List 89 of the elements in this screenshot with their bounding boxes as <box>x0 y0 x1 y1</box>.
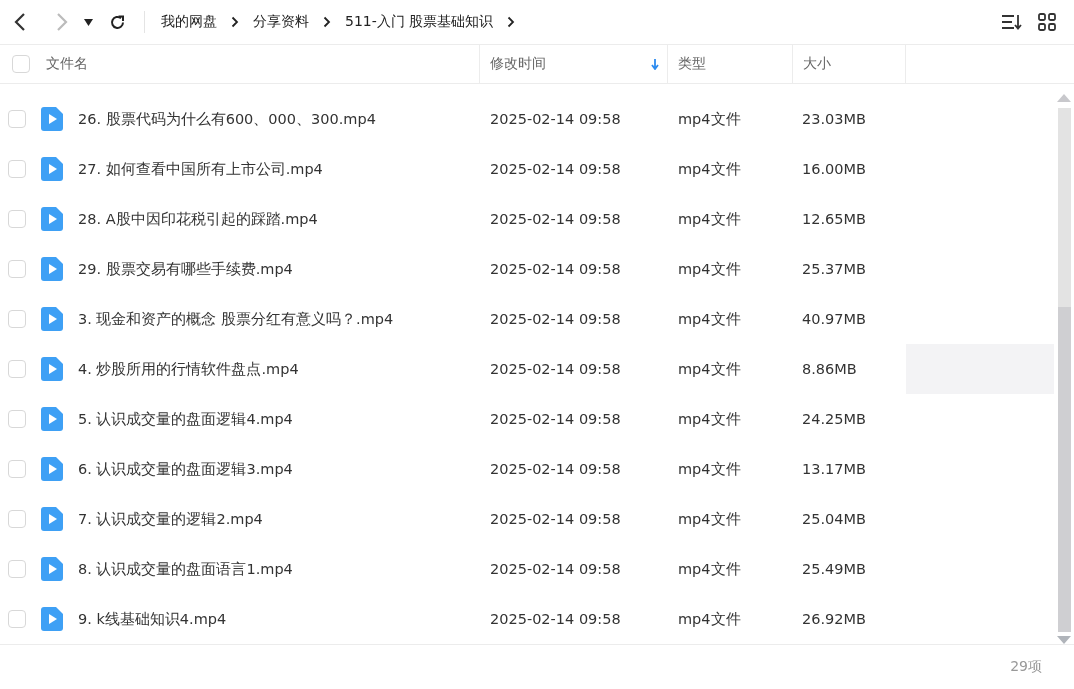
video-file-icon <box>41 257 63 281</box>
file-name[interactable]: 3. 现金和资产的概念 股票分红有意义吗？.mp4 <box>78 309 394 329</box>
file-name[interactable]: 26. 股票代码为什么有600、000、300.mp4 <box>78 109 376 129</box>
modified-date: 2025-02-14 09:58 <box>490 311 621 327</box>
breadcrumb-link[interactable]: 511-入门 股票基础知识 <box>341 13 498 31</box>
file-name[interactable]: 8. 认识成交量的盘面语言1.mp4 <box>78 559 293 579</box>
column-header[interactable]: 大小 <box>793 45 906 83</box>
row-checkbox[interactable] <box>8 110 26 128</box>
breadcrumb-link[interactable]: 我的网盘 <box>157 13 221 31</box>
row-checkbox[interactable] <box>8 210 26 228</box>
file-size: 40.97MB <box>802 311 866 327</box>
row-checkbox[interactable] <box>8 310 26 328</box>
file-type: mp4文件 <box>678 559 741 579</box>
file-size: 16.00MB <box>802 161 866 177</box>
file-type: mp4文件 <box>678 509 741 529</box>
file-type: mp4文件 <box>678 159 741 179</box>
file-size: 23.03MB <box>802 111 866 127</box>
file-name[interactable]: 4. 炒股所用的行情软件盘点.mp4 <box>78 359 299 379</box>
video-file-icon <box>41 557 63 581</box>
row-checkbox[interactable] <box>8 260 26 278</box>
video-file-icon <box>41 507 63 531</box>
file-type: mp4文件 <box>678 109 741 129</box>
column-header[interactable]: 文件名 <box>0 45 480 83</box>
modified-date: 2025-02-14 09:58 <box>490 561 621 577</box>
video-file-icon <box>41 307 63 331</box>
file-name[interactable]: 7. 认识成交量的逻辑2.mp4 <box>78 509 263 529</box>
chevron-right-icon <box>56 12 68 32</box>
file-size: 13.17MB <box>802 461 866 477</box>
modified-date: 2025-02-14 09:58 <box>490 161 621 177</box>
file-name[interactable]: 9. k线基础知识4.mp4 <box>78 609 227 629</box>
file-type: mp4文件 <box>678 409 741 429</box>
grid-icon <box>1038 13 1056 31</box>
breadcrumb-link[interactable]: 分享资料 <box>249 13 313 31</box>
row-checkbox[interactable] <box>8 610 26 628</box>
video-file-icon <box>41 107 63 131</box>
arrow-down-icon <box>651 58 659 70</box>
video-file-icon <box>41 607 63 631</box>
modified-date: 2025-02-14 09:58 <box>490 111 621 127</box>
chevron-right-icon <box>507 16 516 28</box>
file-type: mp4文件 <box>678 609 741 629</box>
column-header[interactable]: 修改时间 <box>480 45 668 83</box>
row-checkbox[interactable] <box>8 360 26 378</box>
file-name[interactable]: 28. A股中因印花税引起的踩踏.mp4 <box>78 209 318 229</box>
file-name[interactable]: 6. 认识成交量的盘面逻辑3.mp4 <box>78 459 293 479</box>
file-size: 8.86MB <box>802 361 857 377</box>
column-header[interactable]: 类型 <box>668 45 793 83</box>
modified-date: 2025-02-14 09:58 <box>490 611 621 627</box>
sort-icon <box>1002 14 1022 30</box>
scroll-up-icon <box>1057 94 1071 102</box>
video-file-icon <box>41 207 63 231</box>
file-name[interactable]: 27. 如何查看中国所有上市公司.mp4 <box>78 159 323 179</box>
caret-down-icon <box>84 18 93 26</box>
file-type: mp4文件 <box>678 459 741 479</box>
chevron-right-icon <box>323 16 331 28</box>
file-type: mp4文件 <box>678 259 741 279</box>
file-name[interactable]: 5. 认识成交量的盘面逻辑4.mp4 <box>78 409 293 429</box>
video-file-icon <box>41 457 63 481</box>
file-size: 24.25MB <box>802 411 866 427</box>
modified-date: 2025-02-14 09:58 <box>490 411 621 427</box>
row-checkbox[interactable] <box>8 510 26 528</box>
file-size: 25.04MB <box>802 511 866 527</box>
row-checkbox[interactable] <box>8 460 26 478</box>
modified-date: 2025-02-14 09:58 <box>490 361 621 377</box>
video-file-icon <box>41 357 63 381</box>
modified-date: 2025-02-14 09:58 <box>490 461 621 477</box>
file-size: 26.92MB <box>802 611 866 627</box>
file-type: mp4文件 <box>678 209 741 229</box>
video-file-icon <box>41 407 63 431</box>
item-count: 29项 <box>1010 658 1042 676</box>
video-file-icon <box>41 157 63 181</box>
modified-date: 2025-02-14 09:58 <box>490 261 621 277</box>
row-checkbox[interactable] <box>8 410 26 428</box>
row-checkbox[interactable] <box>8 560 26 578</box>
modified-date: 2025-02-14 09:58 <box>490 511 621 527</box>
file-size: 25.49MB <box>802 561 866 577</box>
file-size: 25.37MB <box>802 261 866 277</box>
file-type: mp4文件 <box>678 309 741 329</box>
scrollbar-thumb[interactable] <box>1057 307 1071 632</box>
scroll-down-icon <box>1057 636 1071 644</box>
chevron-left-icon <box>14 12 26 32</box>
file-size: 12.65MB <box>802 211 866 227</box>
scrollbar[interactable] <box>1054 94 1074 644</box>
select-all-checkbox[interactable] <box>12 55 30 73</box>
file-type: mp4文件 <box>678 359 741 379</box>
chevron-right-icon <box>231 16 239 28</box>
modified-date: 2025-02-14 09:58 <box>490 211 621 227</box>
file-name[interactable]: 29. 股票交易有哪些手续费.mp4 <box>78 259 293 279</box>
row-checkbox[interactable] <box>8 160 26 178</box>
refresh-icon <box>109 13 126 31</box>
